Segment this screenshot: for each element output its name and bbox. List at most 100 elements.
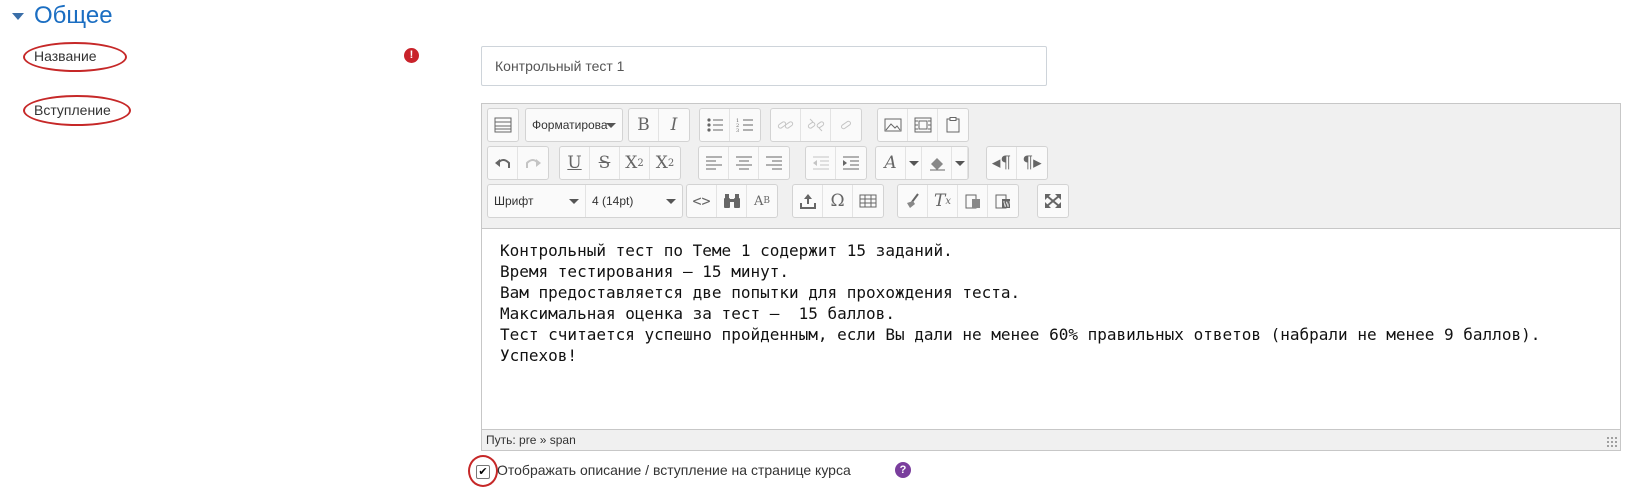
paste-word-icon: W — [995, 194, 1011, 209]
align-center-icon — [735, 156, 752, 170]
anchor-button[interactable] — [831, 109, 861, 141]
link-icon — [777, 121, 793, 129]
content-line: Время тестирования — 15 минут. — [500, 262, 789, 281]
upload-icon — [799, 194, 816, 209]
display-description-label[interactable]: Отображать описание / вступление на стра… — [497, 462, 851, 478]
broom-icon — [906, 193, 919, 208]
resize-handle-icon[interactable] — [1606, 436, 1618, 448]
fullscreen-button[interactable] — [1038, 185, 1068, 217]
redo-icon — [526, 159, 541, 168]
strikethrough-button[interactable]: S — [590, 147, 620, 179]
toolbar-group-align — [698, 146, 790, 180]
required-icon: ! — [404, 48, 419, 63]
manage-files-button[interactable] — [938, 109, 968, 141]
toolbar-toggle-button[interactable] — [488, 109, 518, 141]
display-description-checkbox[interactable]: ✔ — [476, 465, 490, 479]
clear-formatting-button[interactable]: Tx — [928, 185, 958, 217]
intro-label: Вступление — [34, 102, 111, 118]
toolbar-group-history — [487, 146, 549, 180]
upload-button[interactable] — [793, 185, 823, 217]
content-line: Максимальная оценка за тест — 15 баллов. — [500, 304, 895, 323]
insert-image-button[interactable] — [878, 109, 908, 141]
toolbar-group-decoration: U S X2 X2 — [559, 146, 681, 180]
align-left-button[interactable] — [699, 147, 729, 179]
help-icon[interactable]: ? — [895, 462, 911, 478]
paste-text-button[interactable] — [958, 185, 988, 217]
bold-button[interactable]: B — [629, 109, 659, 141]
unlink-button[interactable] — [801, 109, 831, 141]
content-line: Контрольный тест по Теме 1 содержит 15 з… — [500, 241, 953, 260]
editor-statusbar: Путь: pre » span — [482, 429, 1620, 450]
content-line: Тест считается успешно пройденным, если … — [500, 325, 1541, 344]
numbered-list-icon: 123 — [736, 118, 753, 133]
text-color-dropdown[interactable] — [906, 147, 922, 179]
toolbar-group-format: Форматирова — [525, 108, 623, 142]
redo-button[interactable] — [518, 147, 548, 179]
undo-button[interactable] — [488, 147, 518, 179]
name-label: Название — [34, 48, 97, 64]
toolbar-group-colors: A — [875, 146, 969, 180]
search-button[interactable] — [717, 185, 747, 217]
font-family-label: Шрифт — [494, 194, 534, 208]
indent-button[interactable] — [836, 147, 866, 179]
underline-button[interactable]: U — [560, 147, 590, 179]
indent-icon — [843, 156, 859, 170]
italic-button[interactable]: I — [659, 109, 689, 141]
svg-text:W: W — [1003, 201, 1011, 209]
subscript-button[interactable]: X2 — [620, 147, 650, 179]
background-color-button[interactable] — [922, 147, 952, 179]
content-line: Вам предоставляется две попытки для прох… — [500, 283, 1021, 302]
toolbar-group-tools: <> AB — [686, 184, 778, 218]
bullet-list-icon — [706, 118, 723, 132]
outdent-button[interactable] — [806, 147, 836, 179]
name-input[interactable] — [481, 46, 1047, 86]
toolbar-group-text-style: B I — [628, 108, 690, 142]
toolbar-group-font: Шрифт 4 (14pt) — [487, 184, 683, 218]
insert-media-button[interactable] — [908, 109, 938, 141]
spellcheck-button[interactable]: AB — [747, 185, 777, 217]
toolbar-group-collapse — [487, 108, 519, 142]
toolbar-group-fullscreen — [1037, 184, 1069, 218]
text-color-button[interactable]: A — [876, 147, 906, 179]
format-dropdown[interactable]: Форматирова — [526, 109, 622, 141]
align-right-icon — [766, 156, 782, 170]
rtl-button[interactable]: ¶▸ — [1017, 147, 1047, 179]
ltr-button[interactable]: ◂¶ — [987, 147, 1017, 179]
film-icon — [914, 117, 931, 133]
align-center-button[interactable] — [729, 147, 759, 179]
binoculars-icon — [723, 194, 740, 208]
toolbar-group-lists: 123 — [699, 108, 761, 142]
paste-word-button[interactable]: W — [988, 185, 1018, 217]
numbered-list-button[interactable]: 123 — [730, 109, 760, 141]
format-dropdown-label: Форматирова — [532, 118, 608, 132]
section-title[interactable]: Общее — [34, 2, 113, 30]
paste-text-icon — [965, 194, 980, 209]
paint-bucket-icon — [929, 158, 945, 171]
toolbar-group-indent — [805, 146, 867, 180]
editor-content[interactable]: Контрольный тест по Теме 1 содержит 15 з… — [482, 230, 1620, 430]
font-size-label: 4 (14pt) — [592, 194, 634, 208]
toolbar-group-insert: Ω — [792, 184, 884, 218]
collapse-toggle-icon[interactable] — [12, 13, 24, 20]
outdent-icon — [812, 156, 829, 170]
html-source-button[interactable]: <> — [687, 185, 717, 217]
rich-text-editor: Форматирова B I 123 U S X 2 X 2 A ◂¶ ¶▸ … — [481, 103, 1621, 451]
special-char-button[interactable]: Ω — [823, 185, 853, 217]
table-button[interactable] — [853, 185, 883, 217]
content-line: Успехов! — [500, 346, 578, 365]
image-icon — [884, 118, 901, 132]
link-button[interactable] — [771, 109, 801, 141]
superscript-button[interactable]: X2 — [650, 147, 680, 179]
font-size-dropdown[interactable]: 4 (14pt) — [586, 185, 682, 217]
align-right-button[interactable] — [759, 147, 789, 179]
toolbar-group-links — [770, 108, 862, 142]
table-icon — [859, 194, 877, 208]
toolbar-group-clean: Tx W — [897, 184, 1019, 218]
font-family-dropdown[interactable]: Шрифт — [488, 185, 586, 217]
background-color-dropdown[interactable] — [952, 147, 968, 179]
svg-text:3: 3 — [736, 128, 739, 133]
bullet-list-button[interactable] — [700, 109, 730, 141]
editor-toolbar: Форматирова B I 123 U S X 2 X 2 A ◂¶ ¶▸ … — [482, 104, 1620, 229]
anchor-link-icon — [841, 120, 851, 130]
clean-html-button[interactable] — [898, 185, 928, 217]
